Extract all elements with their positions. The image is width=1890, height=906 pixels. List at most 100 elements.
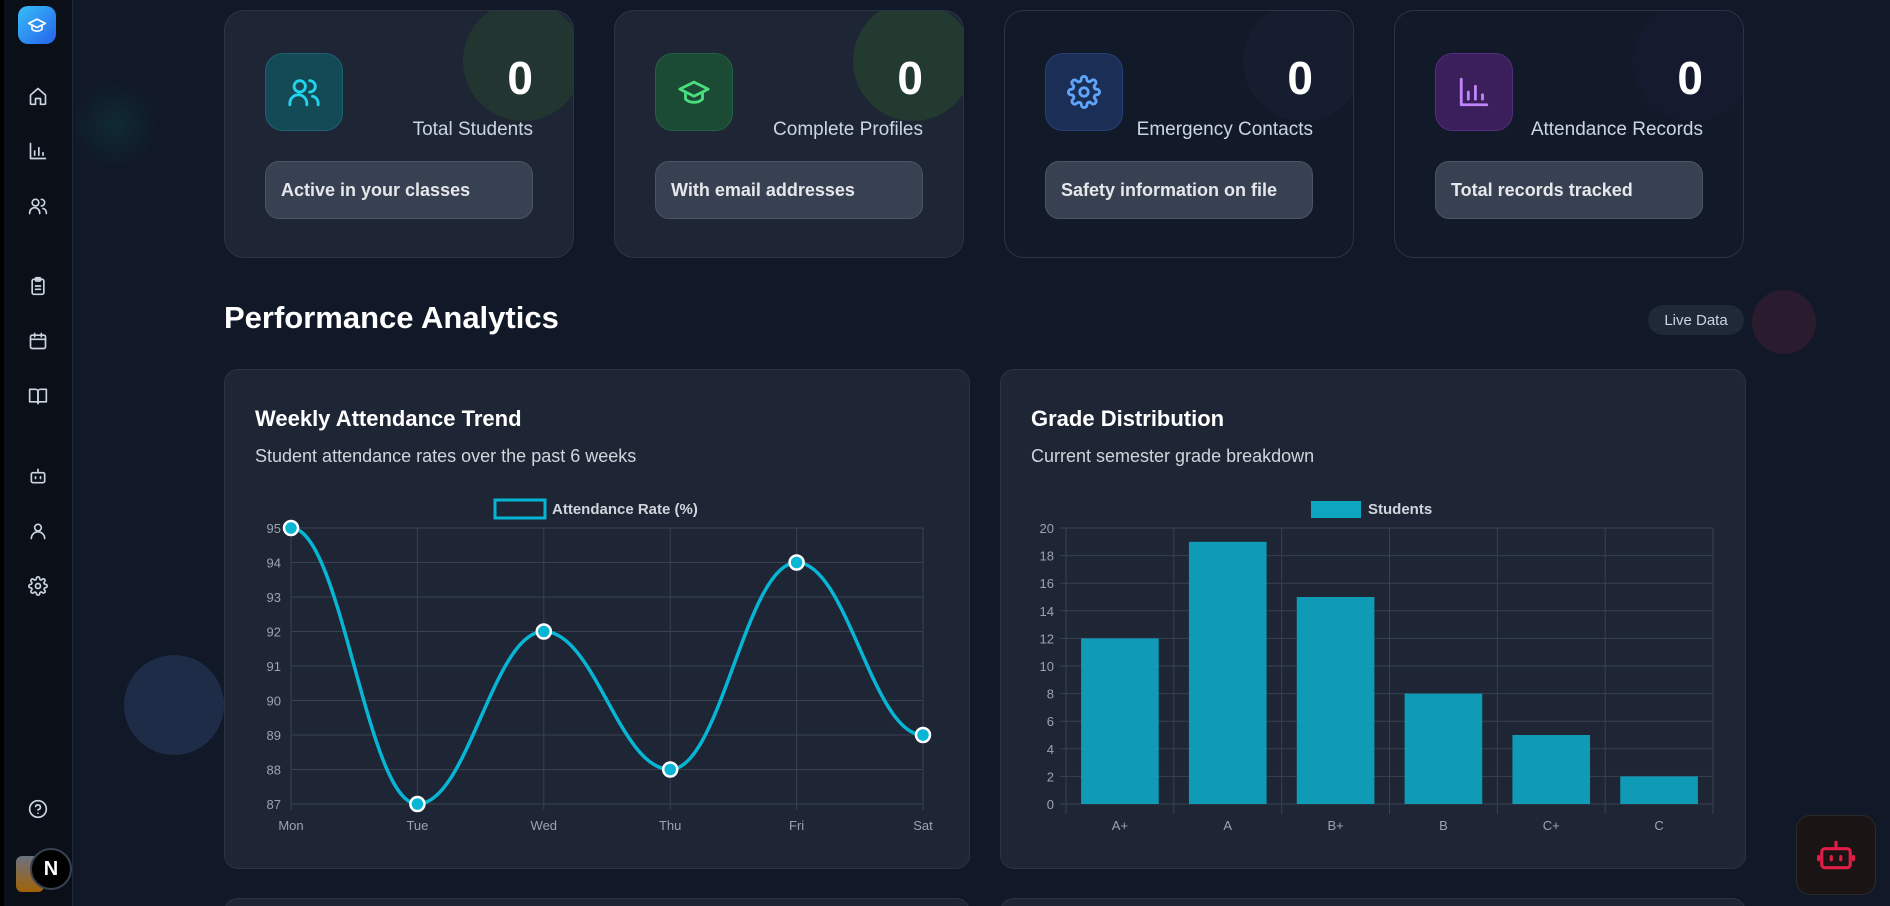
graduation-cap-icon bbox=[27, 18, 47, 32]
bar bbox=[1512, 735, 1591, 804]
y-tick-label: 88 bbox=[267, 763, 281, 778]
nav-home[interactable] bbox=[24, 82, 52, 110]
attendance-line-chart: 95 94 93 92 91 90 89 88 87 Mon Tue Wed Thu Fri Sat Atte… bbox=[267, 498, 933, 833]
home-icon bbox=[29, 87, 47, 106]
ai-assistant-button[interactable] bbox=[1796, 815, 1876, 895]
data-point bbox=[409, 795, 426, 813]
stat-label: Emergency Contacts bbox=[1136, 119, 1313, 140]
y-tick-label: 94 bbox=[267, 556, 281, 571]
x-tick-label: Wed bbox=[531, 818, 558, 833]
bar bbox=[1081, 638, 1159, 804]
stat-icon-box bbox=[1045, 53, 1123, 131]
settings-icon bbox=[28, 576, 48, 596]
y-tick-label: 95 bbox=[267, 521, 281, 536]
bottom-card-right bbox=[1000, 898, 1746, 906]
y-tick-label: 16 bbox=[1040, 576, 1054, 591]
y-tick-label: 93 bbox=[267, 590, 281, 605]
y-tick-label: 8 bbox=[1047, 687, 1054, 702]
y-tick-label: 87 bbox=[267, 797, 281, 812]
y-tick-label: 10 bbox=[1040, 659, 1054, 674]
app-logo[interactable] bbox=[18, 6, 56, 44]
n-badge[interactable]: N bbox=[30, 848, 72, 890]
section-title: Performance Analytics bbox=[224, 300, 559, 335]
y-tick-label: 14 bbox=[1040, 604, 1054, 619]
calendar-icon bbox=[29, 332, 47, 350]
graduation-cap-icon bbox=[678, 80, 710, 104]
sidebar bbox=[0, 0, 73, 906]
users-icon bbox=[288, 79, 320, 107]
stat-label: Complete Profiles bbox=[773, 119, 923, 140]
nav-assignments[interactable] bbox=[24, 272, 52, 300]
stat-icon-box bbox=[265, 53, 343, 131]
stat-card-attendance-records: 0 Attendance Records Total records track… bbox=[1394, 10, 1744, 258]
x-tick-label: Tue bbox=[406, 818, 428, 833]
x-tick-label: A bbox=[1223, 818, 1232, 833]
stat-value: 0 bbox=[507, 52, 533, 104]
background-circle bbox=[124, 655, 224, 755]
y-tick-label: 92 bbox=[267, 625, 281, 640]
data-point bbox=[788, 554, 805, 571]
y-tick-label: 18 bbox=[1040, 549, 1054, 564]
x-tick-label: C+ bbox=[1543, 818, 1560, 833]
stat-note: With email addresses bbox=[655, 161, 923, 219]
stat-card-total-students: 0 Total Students Active in your classes bbox=[224, 10, 574, 258]
data-point bbox=[914, 726, 932, 744]
clipboard-icon bbox=[31, 276, 45, 296]
data-point bbox=[535, 623, 553, 640]
x-tick-label: Thu bbox=[659, 818, 681, 833]
grade-bar-chart: 20181614121086420StudentsA+ A B+ B C+ C bbox=[1040, 501, 1714, 833]
data-point bbox=[661, 761, 679, 778]
bottom-card-left bbox=[224, 898, 970, 906]
legend-swatch bbox=[493, 498, 547, 520]
x-tick-label: Fri bbox=[789, 818, 804, 833]
x-tick-label: Mon bbox=[278, 818, 303, 833]
stat-card-complete-profiles: 0 Complete Profiles With email addresses bbox=[614, 10, 964, 258]
nav-help[interactable] bbox=[24, 795, 52, 823]
bar bbox=[1404, 693, 1483, 804]
y-tick-label: 0 bbox=[1047, 797, 1054, 812]
grade-chart-card: Grade Distribution Current semester grad… bbox=[1000, 369, 1746, 869]
n-badge-label: N bbox=[43, 857, 59, 880]
bot-icon bbox=[1817, 840, 1855, 870]
user-icon bbox=[30, 523, 46, 540]
stat-value: 0 bbox=[1287, 52, 1313, 104]
stat-note: Active in your classes bbox=[265, 161, 533, 219]
book-open-icon bbox=[28, 388, 48, 405]
users-icon bbox=[28, 198, 48, 215]
x-tick-label: C bbox=[1654, 818, 1663, 833]
bar bbox=[1296, 597, 1375, 804]
background-glow bbox=[70, 80, 160, 170]
nav-profile[interactable] bbox=[24, 517, 52, 545]
stat-label: Attendance Records bbox=[1530, 119, 1703, 140]
nav-settings[interactable] bbox=[24, 572, 52, 600]
nav-calendar[interactable] bbox=[24, 327, 52, 355]
live-data-badge: Live Data bbox=[1648, 305, 1744, 335]
y-tick-label: 6 bbox=[1047, 714, 1054, 729]
nav-library[interactable] bbox=[24, 382, 52, 410]
y-tick-label: 90 bbox=[267, 694, 281, 709]
stat-note: Total records tracked bbox=[1435, 161, 1703, 219]
bot-icon bbox=[30, 468, 46, 484]
x-tick-label: Sat bbox=[913, 818, 933, 833]
stat-card-emergency-contacts: 0 Emergency Contacts Safety information … bbox=[1004, 10, 1354, 258]
y-tick-label: 91 bbox=[267, 659, 281, 674]
data-point bbox=[282, 519, 300, 537]
x-tick-label: B bbox=[1439, 818, 1448, 833]
legend-label: Attendance Rate (%) bbox=[552, 501, 698, 518]
legend-swatch bbox=[1311, 501, 1361, 518]
x-tick-label: B+ bbox=[1327, 818, 1343, 833]
background-glow bbox=[1752, 290, 1816, 354]
stat-icon-box bbox=[655, 53, 733, 131]
stat-value: 0 bbox=[1677, 52, 1703, 104]
legend-label: Students bbox=[1368, 501, 1432, 518]
y-tick-label: 12 bbox=[1040, 631, 1054, 646]
nav-analytics[interactable] bbox=[24, 137, 52, 165]
stat-icon-box bbox=[1435, 53, 1513, 131]
x-tick-label: A+ bbox=[1112, 818, 1128, 833]
stat-note: Safety information on file bbox=[1045, 161, 1313, 219]
nav-students[interactable] bbox=[24, 192, 52, 220]
nav-assistant[interactable] bbox=[24, 462, 52, 490]
bar-chart-icon bbox=[1459, 77, 1489, 107]
stat-value: 0 bbox=[897, 52, 923, 104]
y-tick-label: 4 bbox=[1047, 742, 1054, 757]
